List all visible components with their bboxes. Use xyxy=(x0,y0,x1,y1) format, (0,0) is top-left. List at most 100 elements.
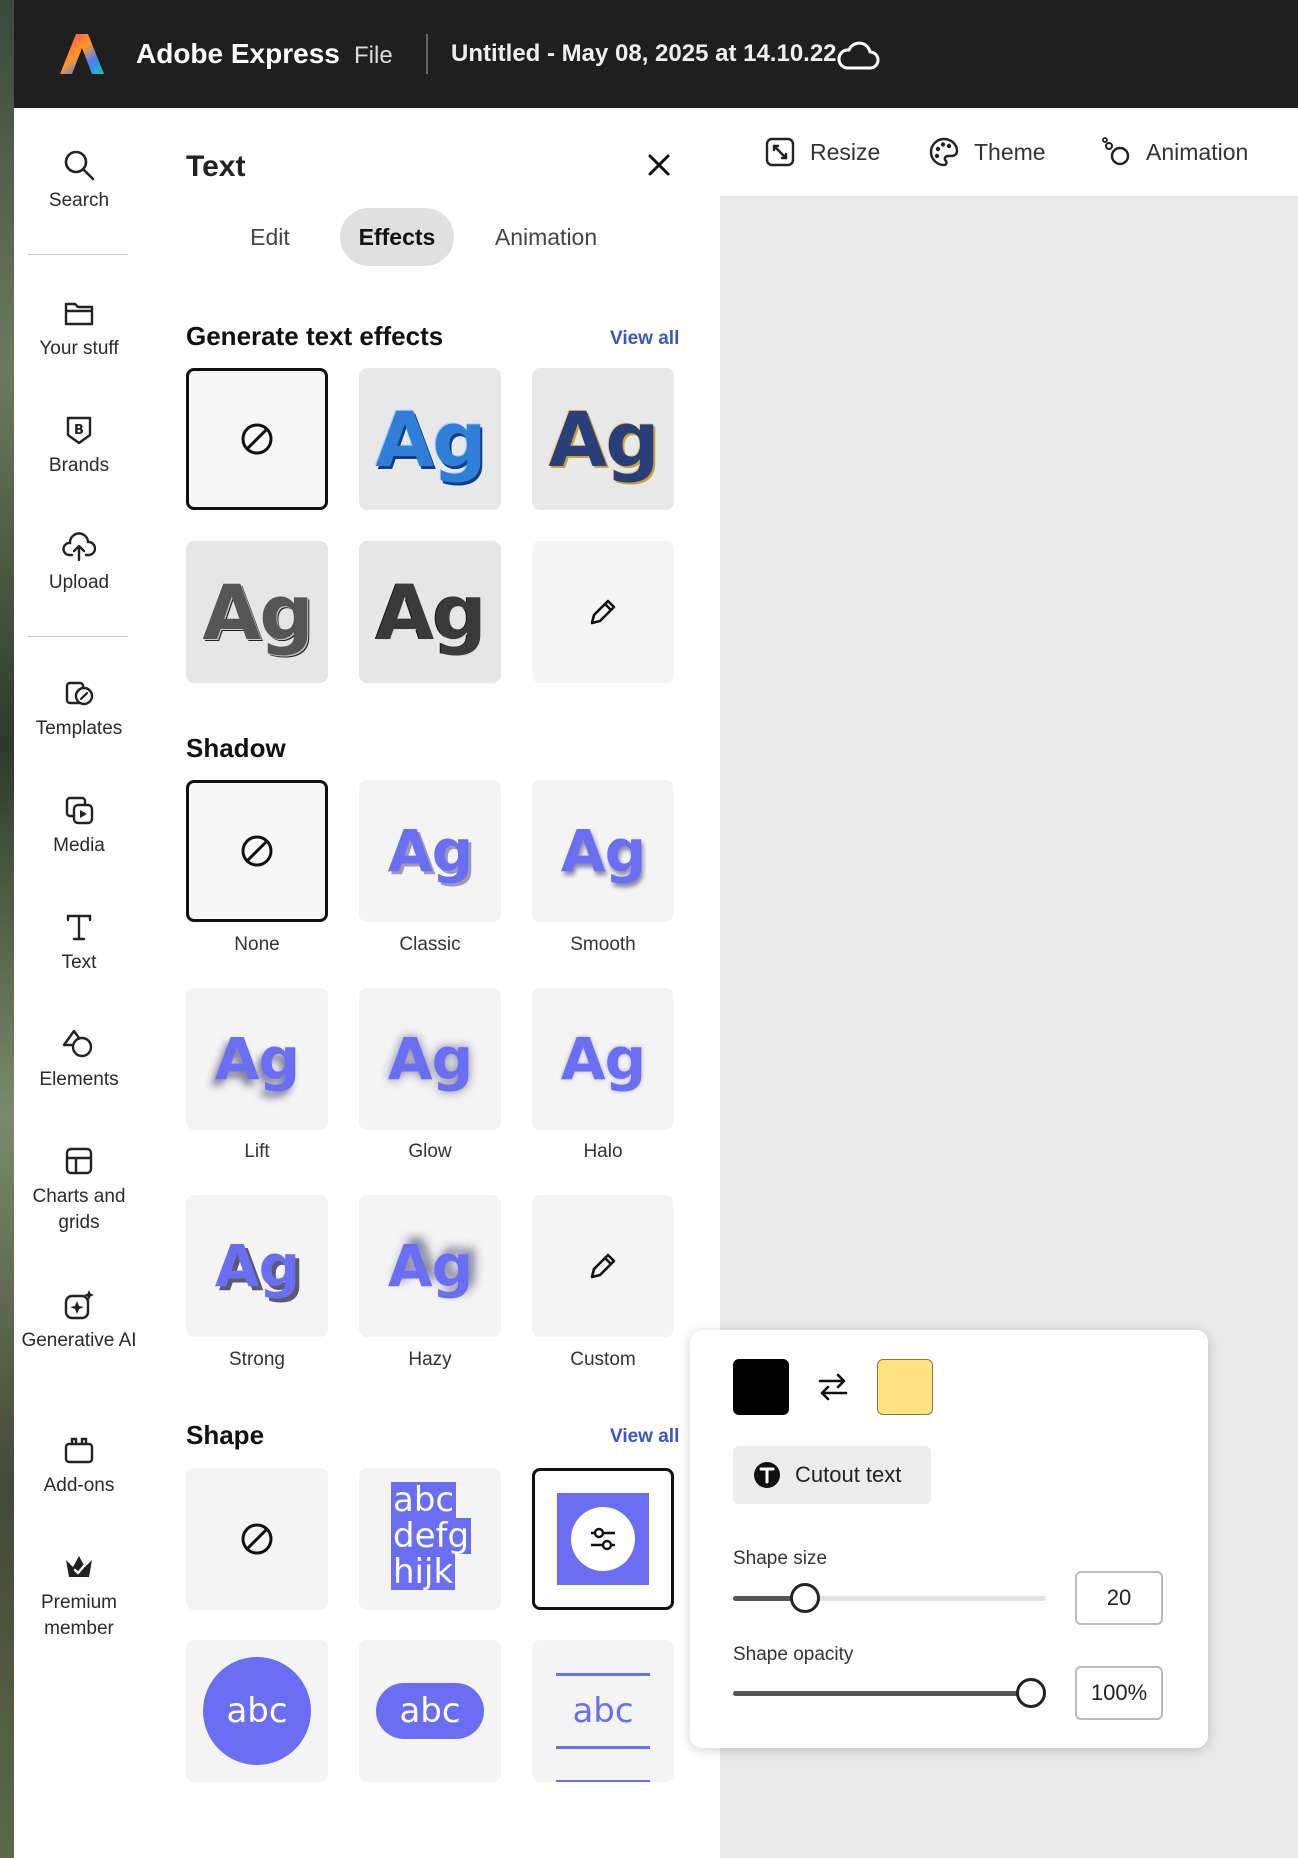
shadow-label: Classic xyxy=(399,934,461,955)
rail-item-your-stuff[interactable]: Your stuff xyxy=(14,296,144,362)
shape-opacity-input[interactable]: 100% xyxy=(1075,1666,1163,1720)
shadow-label: None xyxy=(234,934,280,955)
document-title[interactable]: Untitled - May 08, 2025 at 14.10.22 xyxy=(451,40,837,68)
shadow-label: Smooth xyxy=(570,934,636,955)
rail-item-upload[interactable]: Upload xyxy=(14,530,144,596)
rail-item-media[interactable]: Media xyxy=(14,793,144,859)
tab-animation[interactable]: Animation xyxy=(469,208,623,266)
rail-item-charts-grids[interactable]: Charts and grids xyxy=(14,1144,144,1236)
shape-pill-tile[interactable]: abc xyxy=(359,1640,501,1782)
shadow-sample-text: Ag xyxy=(560,817,646,885)
shape-text-block-tile[interactable]: abc defg hijk xyxy=(359,1468,501,1610)
text-icon xyxy=(66,914,92,941)
rail-label: Add-ons xyxy=(43,1475,115,1496)
shadow-sample-text: Ag xyxy=(214,1232,300,1300)
canvas-toolbar: Resize Theme Animation xyxy=(720,108,1298,197)
shadow-strong-tile[interactable]: Ag xyxy=(186,1195,328,1337)
shape-lines-text: abc xyxy=(556,1673,650,1749)
rail-item-templates[interactable]: Templates xyxy=(14,676,144,742)
effect-sample-text: Ag xyxy=(202,567,313,657)
rail-separator xyxy=(28,254,128,255)
tab-effects[interactable]: Effects xyxy=(340,208,454,266)
shape-size-thumb[interactable] xyxy=(789,1583,820,1613)
svg-text:B: B xyxy=(74,423,84,438)
top-bar: Adobe Express File Untitled - May 08, 20… xyxy=(14,0,1298,108)
shape-circle-tile[interactable]: abc xyxy=(186,1640,328,1782)
resize-label: Resize xyxy=(810,138,881,165)
generate-view-all-link[interactable]: View all xyxy=(610,328,679,350)
cutout-text-icon xyxy=(754,1462,780,1488)
header-divider xyxy=(426,34,428,74)
search-icon xyxy=(64,150,95,181)
effect-sample-text: Ag xyxy=(375,567,486,657)
rail-item-addons[interactable]: Add-ons xyxy=(14,1433,144,1499)
effect-sequin-tile[interactable]: Ag xyxy=(359,541,501,683)
addons-icon xyxy=(64,1437,94,1464)
shadow-hazy-tile[interactable]: Ag xyxy=(359,1195,501,1337)
rail-item-generative-ai[interactable]: Generative AI xyxy=(14,1288,144,1354)
resize-button[interactable]: Resize xyxy=(764,136,880,168)
adjust-sliders-icon[interactable] xyxy=(587,1523,619,1555)
shape-size-slider[interactable] xyxy=(733,1583,1046,1613)
rail-label: Elements xyxy=(39,1069,119,1090)
shape-opacity-slider[interactable] xyxy=(733,1678,1046,1708)
none-icon xyxy=(241,1523,273,1555)
rail-separator xyxy=(28,636,128,637)
close-icon[interactable] xyxy=(644,150,674,180)
animation-button[interactable]: Animation xyxy=(1100,136,1248,168)
effect-sample-text: Ag xyxy=(548,394,659,484)
shape-circle-text: abc xyxy=(203,1657,311,1765)
pencil-icon xyxy=(590,599,616,625)
shadow-classic-tile[interactable]: Ag xyxy=(359,780,501,922)
tab-edit[interactable]: Edit xyxy=(214,208,326,266)
effect-custom-tile[interactable] xyxy=(532,541,674,683)
rail-label: Generative AI xyxy=(21,1330,137,1351)
rail-label: Media xyxy=(53,835,105,856)
shape-lines-tile[interactable]: abc xyxy=(532,1640,674,1782)
premium-crown-icon xyxy=(66,1556,92,1577)
rail-item-elements[interactable]: Elements xyxy=(14,1027,144,1093)
shape-opacity-label: Shape opacity xyxy=(733,1644,854,1665)
adobe-express-logo-icon[interactable] xyxy=(58,30,106,78)
brand-icon: B xyxy=(66,416,92,445)
shape-opacity-thumb[interactable] xyxy=(1016,1678,1046,1708)
effect-sample-text: Ag xyxy=(375,394,486,484)
shadow-label: Lift xyxy=(244,1141,270,1162)
animation-label: Animation xyxy=(1146,138,1249,165)
effect-blue-bubble-tile[interactable]: Ag xyxy=(359,368,501,510)
theme-label: Theme xyxy=(974,138,1046,165)
shadow-custom-tile[interactable] xyxy=(532,1195,674,1337)
resize-icon xyxy=(765,137,795,167)
shadow-none-tile[interactable] xyxy=(186,780,328,922)
cutout-text-label: Cutout text xyxy=(795,1462,902,1487)
shadow-label: Halo xyxy=(583,1141,623,1162)
folder-icon xyxy=(64,302,94,326)
shape-none-tile[interactable] xyxy=(186,1468,328,1610)
file-menu[interactable]: File xyxy=(354,42,393,70)
shadow-glow-tile[interactable]: Ag xyxy=(359,988,501,1130)
rail-item-brands[interactable]: B Brands xyxy=(14,413,144,479)
shape-view-all-link[interactable]: View all xyxy=(610,1426,679,1448)
rail-item-search[interactable]: Search xyxy=(14,148,144,214)
effect-none-tile[interactable] xyxy=(186,368,328,510)
theme-button[interactable]: Theme xyxy=(928,136,1046,168)
rail-label: Templates xyxy=(35,718,123,739)
swap-colors-icon[interactable] xyxy=(816,1372,850,1402)
secondary-color-swatch[interactable] xyxy=(877,1359,933,1415)
rail-item-premium[interactable]: Premium member xyxy=(14,1550,144,1642)
shape-size-input[interactable]: 20 xyxy=(1075,1571,1163,1625)
primary-color-swatch[interactable] xyxy=(733,1359,789,1415)
shadow-sample-text: Ag xyxy=(387,1232,473,1300)
cutout-text-button[interactable]: Cutout text xyxy=(733,1446,931,1504)
effect-glitter-silver-tile[interactable]: Ag xyxy=(186,541,328,683)
shape-square-tile-selected[interactable] xyxy=(532,1468,674,1610)
rail-item-text[interactable]: Text xyxy=(14,910,144,976)
shadow-lift-tile[interactable]: Ag xyxy=(186,988,328,1130)
shadow-halo-tile[interactable]: Ag xyxy=(532,988,674,1130)
shadow-smooth-tile[interactable]: Ag xyxy=(532,780,674,922)
cloud-icon[interactable] xyxy=(836,38,880,72)
shadow-label: Custom xyxy=(570,1349,636,1370)
effect-gold-marble-tile[interactable]: Ag xyxy=(532,368,674,510)
rail-label: Text xyxy=(61,952,97,973)
rail-label: Upload xyxy=(48,572,110,593)
